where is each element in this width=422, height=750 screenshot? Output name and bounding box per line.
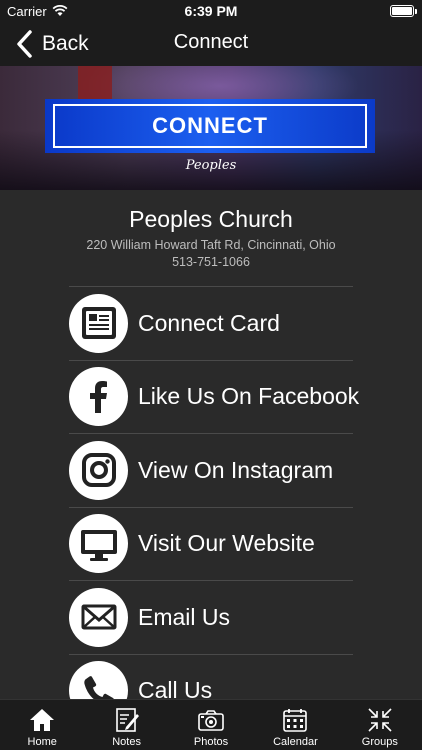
church-name: Peoples Church <box>129 206 293 232</box>
list-item-label: Visit Our Website <box>138 530 315 557</box>
tab-groups[interactable]: Groups <box>338 700 422 750</box>
tab-label: Photos <box>193 736 229 748</box>
status-bar: Carrier 6:39 PM <box>0 0 422 22</box>
camera-icon <box>198 710 224 731</box>
list-item-label: Like Us On Facebook <box>138 383 360 410</box>
envelope-icon <box>69 587 128 647</box>
banner-connect-graphic: CONNECT <box>45 99 375 153</box>
tab-notes[interactable]: Notes <box>84 700 168 750</box>
tab-calendar[interactable]: Calendar <box>253 700 337 750</box>
navigation-bar: Back Connect <box>0 22 422 66</box>
tab-label: Notes <box>112 736 141 748</box>
instagram-icon <box>69 440 128 500</box>
header-banner-image: CONNECT Peoples <box>0 66 422 190</box>
list-item-email[interactable]: Email Us <box>69 580 353 654</box>
church-address[interactable]: 220 William Howard Taft Rd, Cincinnati, … <box>0 238 422 252</box>
groups-icon <box>368 708 392 732</box>
facebook-icon <box>69 367 128 427</box>
church-phone[interactable]: 513-751-1066 <box>0 255 422 269</box>
list-item-label: Connect Card <box>138 309 280 336</box>
monitor-icon <box>69 514 128 574</box>
connect-links-list: Connect Card Like Us On Facebook View On… <box>69 286 359 727</box>
list-item-connect-card[interactable]: Connect Card <box>69 286 353 360</box>
tab-home[interactable]: Home <box>0 700 84 750</box>
list-item-instagram[interactable]: View On Instagram <box>69 433 353 507</box>
page-title: Connect <box>173 31 249 53</box>
list-item-facebook[interactable]: Like Us On Facebook <box>69 359 359 434</box>
calendar-icon <box>283 709 308 732</box>
form-icon <box>69 293 128 353</box>
battery-icon <box>390 5 417 17</box>
tab-photos[interactable]: Photos <box>169 700 253 750</box>
list-item-label: Email Us <box>138 603 231 630</box>
home-icon <box>30 709 55 731</box>
list-item-website[interactable]: Visit Our Website <box>69 506 353 581</box>
tab-label: Home <box>27 736 57 748</box>
church-logo: Peoples <box>185 158 237 173</box>
church-info: Peoples Church 220 William Howard Taft R… <box>0 206 422 269</box>
banner-connect-text: CONNECT <box>152 113 268 138</box>
tab-label: Groups <box>361 736 398 748</box>
list-item-label: View On Instagram <box>138 456 334 483</box>
clock: 6:39 PM <box>184 3 238 19</box>
notes-icon <box>115 708 139 732</box>
tab-bar: Home Notes Photos Calendar Groups <box>0 699 422 750</box>
tab-label: Calendar <box>273 736 318 748</box>
